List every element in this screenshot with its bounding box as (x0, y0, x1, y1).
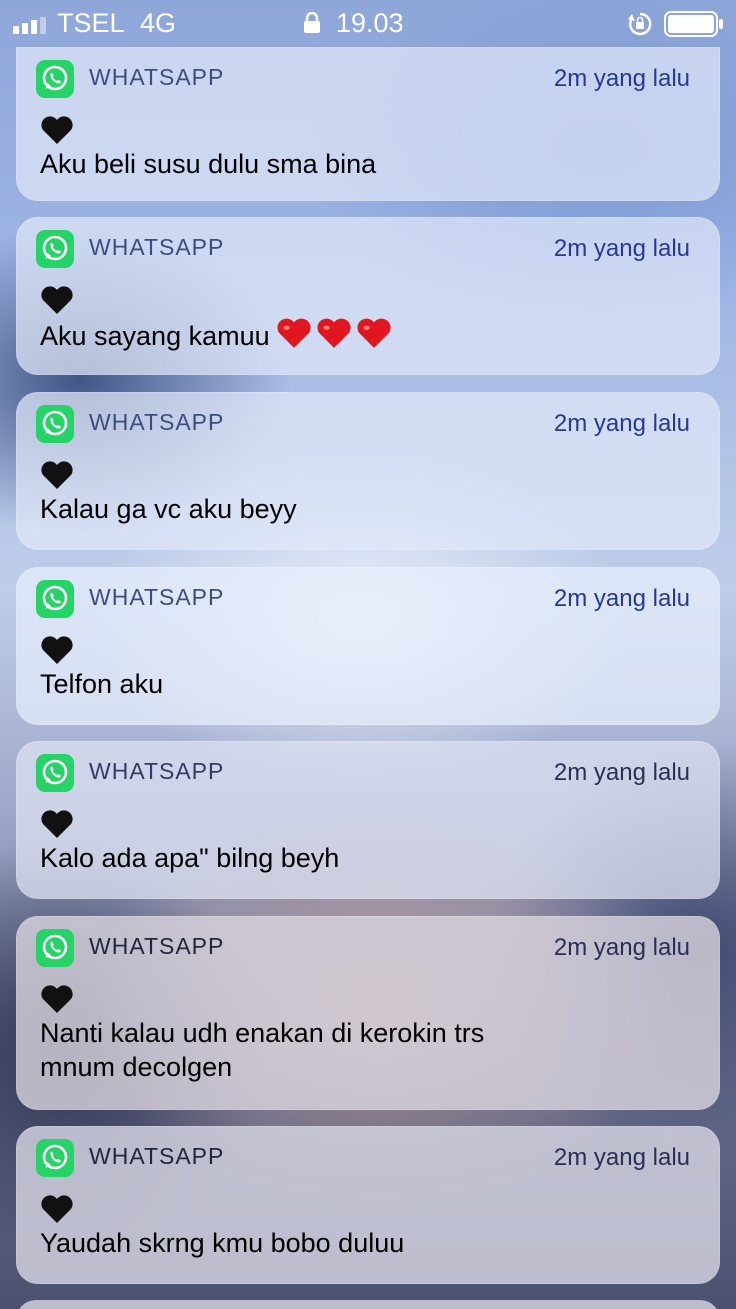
status-bar: TSEL 4G 19.03 (0, 0, 736, 46)
whatsapp-icon (36, 60, 74, 98)
notification-card-partial[interactable] (16, 1300, 720, 1309)
lock-icon (304, 12, 320, 33)
black-heart-icon (41, 636, 73, 664)
whatsapp-icon (36, 1139, 74, 1177)
notification-card[interactable]: WHATSAPP 2m yang lalu Aku sayang kamuu (16, 217, 720, 375)
notification-time: 2m yang lalu (553, 1144, 690, 1171)
battery-icon (664, 11, 723, 37)
app-name: WHATSAPP (89, 758, 225, 784)
app-name: WHATSAPP (89, 584, 225, 610)
clock-time: 19.03 (336, 8, 404, 38)
red-heart-icon (317, 318, 351, 348)
app-name: WHATSAPP (89, 933, 225, 959)
notification-card[interactable]: WHATSAPP 2m yang lalu Telfon aku (16, 567, 720, 725)
notification-card[interactable]: WHATSAPP 2m yang lalu Yaudah skrng kmu b… (16, 1126, 720, 1284)
whatsapp-icon (36, 230, 74, 268)
black-heart-icon (41, 116, 73, 144)
black-heart-icon (41, 1195, 73, 1223)
notification-card[interactable]: WHATSAPP 2m yang lalu Nanti kalau udh en… (16, 916, 720, 1110)
notification-message: Aku sayang kamuu (40, 317, 640, 353)
notification-time: 2m yang lalu (553, 65, 690, 92)
notification-time: 2m yang lalu (553, 934, 690, 961)
notification-message: Aku beli susu dulu sma bina (40, 149, 377, 179)
notification-message: Kalau ga vc aku beyy (40, 494, 297, 524)
notification-time: 2m yang lalu (553, 585, 690, 612)
black-heart-icon (41, 810, 73, 838)
notification-time: 2m yang lalu (553, 759, 690, 786)
red-heart-icon (357, 318, 391, 348)
black-heart-icon (41, 985, 73, 1013)
app-name: WHATSAPP (89, 1143, 225, 1169)
whatsapp-icon (36, 754, 74, 792)
black-heart-icon (41, 461, 73, 489)
notification-message: Nanti kalau udh enakan di kerokin trs mn… (40, 1018, 485, 1082)
notification-message: Kalo ada apa" bilng beyh (40, 843, 340, 873)
red-hearts (276, 317, 392, 349)
app-name: WHATSAPP (89, 64, 225, 90)
rotation-lock-icon (628, 12, 652, 36)
network-label: 4G (140, 8, 177, 38)
notification-time: 2m yang lalu (553, 235, 690, 262)
notification-card[interactable]: WHATSAPP 2m yang lalu Kalo ada apa" biln… (16, 741, 720, 899)
notification-card[interactable]: WHATSAPP 2m yang lalu Kalau ga vc aku be… (16, 392, 720, 550)
carrier-label: TSEL (57, 8, 125, 38)
notification-card[interactable]: WHATSAPP 2m yang lalu Aku beli susu dulu… (16, 47, 720, 201)
signal-icon (13, 14, 46, 34)
red-heart-icon (277, 318, 311, 348)
notification-time: 2m yang lalu (553, 410, 690, 437)
message-text: Aku sayang kamuu (40, 321, 270, 351)
whatsapp-icon (36, 405, 74, 443)
app-name: WHATSAPP (89, 409, 225, 435)
notification-message: Yaudah skrng kmu bobo duluu (40, 1228, 405, 1258)
app-name: WHATSAPP (89, 234, 225, 260)
whatsapp-icon (36, 929, 74, 967)
notification-message: Telfon aku (40, 669, 164, 699)
black-heart-icon (41, 286, 73, 314)
whatsapp-icon (36, 580, 74, 618)
